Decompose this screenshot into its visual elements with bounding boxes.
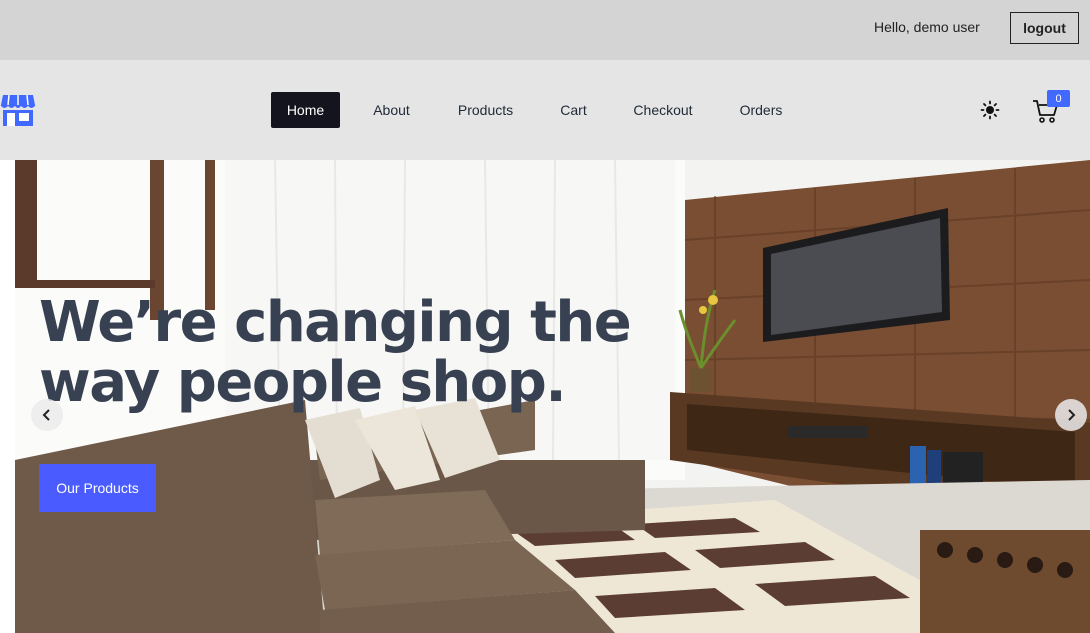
nav-about[interactable]: About [357,92,426,128]
user-greeting: Hello, demo user [874,19,980,35]
chevron-left-icon [42,409,50,421]
store-icon[interactable] [0,93,36,127]
top-bar: Hello, demo user logout [0,0,1090,60]
hero-headline: We’re changing the way people shop. [39,290,632,415]
logout-button[interactable]: logout [1010,12,1079,44]
hero-carousel: We’re changing the way people shop. Our … [15,160,1090,633]
carousel-next-button[interactable] [1055,399,1087,431]
carousel-prev-button[interactable] [31,399,63,431]
our-products-button[interactable]: Our Products [39,464,156,512]
chevron-right-icon [1068,409,1076,421]
cart-count-badge: 0 [1047,90,1070,107]
nav-products[interactable]: Products [447,92,524,128]
nav-cart[interactable]: Cart [548,92,599,128]
nav-checkout[interactable]: Checkout [623,92,703,128]
nav-home[interactable]: Home [271,92,340,128]
nav-orders[interactable]: Orders [727,92,795,128]
main-navbar: Home About Products Cart Checkout Orders… [0,60,1090,160]
sun-icon[interactable] [980,100,1000,120]
